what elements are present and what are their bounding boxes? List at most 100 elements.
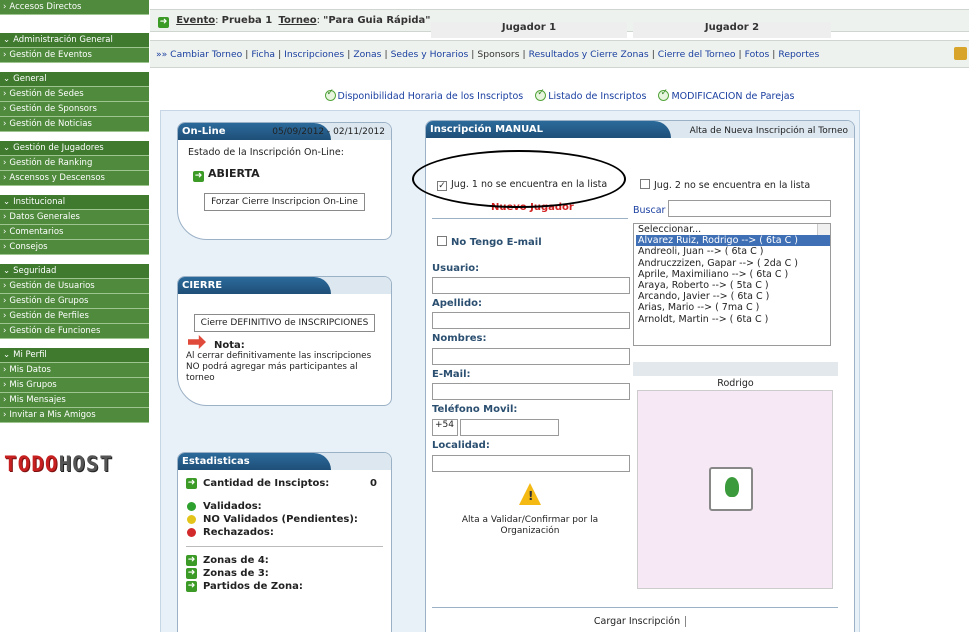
checkbox-icon[interactable] [640, 179, 650, 189]
user-photo-icon[interactable] [709, 467, 753, 511]
stat-rejected: Rechazados: [186, 526, 391, 539]
menu-link[interactable]: Fotos [745, 49, 770, 60]
chevron-right-icon: › [3, 227, 7, 237]
apellido-label: Apellido: [432, 298, 482, 309]
stat-zone-matches: ➜ Partidos de Zona: [186, 581, 303, 592]
sidebar-item[interactable]: › Gestión de Grupos [0, 294, 149, 309]
sidebar-item[interactable]: ⌄ Administración General [0, 33, 149, 48]
action-link[interactable]: Listado de Inscriptos [535, 88, 646, 102]
sidebar-group: ⌄ Gestión de Jugadores › Gestión de Ranking… [0, 141, 149, 186]
nombres-input[interactable] [432, 348, 630, 365]
sidebar-item[interactable]: › Gestión de Noticias [0, 117, 149, 132]
p1-not-found-checkbox[interactable]: ✓ Jug. 1 no se encuentra en la lista [437, 179, 607, 191]
online-box: On-Line 05/09/2012 - 02/11/2012 Estado d… [177, 122, 392, 240]
checkbox-icon[interactable] [437, 236, 447, 246]
stat-count-value: 0 [370, 478, 377, 489]
final-close-button[interactable]: Cierre DEFINITIVO de INSCRIPCIONES [193, 314, 376, 332]
event-label[interactable]: Evento [176, 15, 215, 26]
phone-prefix-input[interactable]: +54 [432, 419, 458, 436]
player-option[interactable]: Araya, Roberto --> ( 5ta C ) [636, 280, 830, 291]
usuario-input[interactable] [432, 277, 630, 294]
player-option[interactable]: Aprile, Maximiliano --> ( 6ta C ) [636, 269, 830, 280]
sidebar-item[interactable]: ⌄ General [0, 72, 149, 87]
sidebar-item[interactable]: › Gestión de Perfiles [0, 309, 149, 324]
checkbox-checked-icon[interactable]: ✓ [437, 181, 447, 191]
player-option[interactable]: Arcando, Javier --> ( 6ta C ) [636, 291, 830, 302]
online-dates: 05/09/2012 - 02/11/2012 [272, 127, 385, 137]
chevron-down-icon: ⌄ [3, 350, 11, 360]
force-close-button[interactable]: Forzar Cierre Inscripcion On-Line [204, 193, 365, 211]
arrow-right-icon: ➜ [193, 171, 204, 182]
sidebar-item[interactable]: ⌄ Mi Perfil [0, 348, 149, 363]
torneo-value: "Para Guia Rápida" [323, 15, 431, 26]
sidebar-item[interactable]: › Invitar a Mis Amigos [0, 408, 149, 423]
sidebar-item[interactable]: › Gestión de Funciones [0, 324, 149, 339]
menu-link[interactable]: Reportes [778, 49, 819, 60]
todohost-logo: TODO HOST [4, 452, 114, 476]
sidebar-item[interactable]: › Mis Datos [0, 363, 149, 378]
email-input[interactable] [432, 383, 630, 400]
submit-registration[interactable]: Cargar Inscripción [425, 616, 855, 627]
search-input[interactable] [668, 200, 831, 217]
sidebar-item[interactable]: › Gestión de Usuarios [0, 279, 149, 294]
sidebar-item[interactable]: › Gestión de Ranking [0, 156, 149, 171]
arrow-right-icon: ➜ [186, 568, 197, 579]
player-option[interactable]: Arias, Mario --> ( 7ma C ) [636, 302, 830, 313]
stat-pending: NO Validados (Pendientes): [186, 513, 391, 526]
sidebar-item[interactable]: ⌄ Seguridad [0, 264, 149, 279]
menu-link[interactable]: Sedes y Horarios [391, 49, 469, 60]
sidebar-item[interactable]: › Consejos [0, 240, 149, 255]
player-listbox[interactable]: Seleccionar... Alvarez Ruiz, Rodrigo --> … [633, 223, 831, 346]
player-option[interactable]: Arnoldt, Martin --> ( 6ta C ) [636, 314, 830, 325]
sidebar-item[interactable]: › Mis Grupos [0, 378, 149, 393]
sidebar-item[interactable]: › Ascensos y Descensos [0, 171, 149, 186]
chevron-down-icon: ⌄ [3, 266, 11, 276]
action-links: Disponibilidad Horaria de los Inscriptos… [150, 88, 969, 102]
localidad-input[interactable] [432, 455, 630, 472]
menu-link[interactable]: Resultados y Cierre Zonas [529, 49, 649, 60]
chevron-right-icon: › [3, 104, 7, 114]
yellow-dot-icon [187, 515, 196, 524]
sidebar-item[interactable]: › Mis Mensajes [0, 393, 149, 408]
p2-not-found-checkbox[interactable]: Jug. 2 no se encuentra en la lista [640, 179, 810, 191]
red-dot-icon [187, 528, 196, 537]
menu-link[interactable]: Inscripciones [284, 49, 344, 60]
sidebar-item[interactable]: ⌄ Gestión de Jugadores [0, 141, 149, 156]
email-label: E-Mail: [432, 369, 471, 380]
sidebar-item[interactable]: ⌄ Institucional [0, 195, 149, 210]
menu-link[interactable]: Cierre del Torneo [658, 49, 736, 60]
menu-link[interactable]: Sponsors [477, 49, 519, 60]
player-option[interactable]: Andreoli, Juan --> ( 6ta C ) [636, 246, 830, 257]
chevron-right-icon: › [3, 158, 7, 168]
usuario-label: Usuario: [432, 263, 480, 274]
apellido-input[interactable] [432, 312, 630, 329]
stat-zones3: ➜ Zonas de 3: [186, 568, 269, 579]
menu-link[interactable]: Cambiar Torneo [170, 49, 242, 60]
torneo-label[interactable]: Torneo [279, 15, 317, 26]
sidebar-item[interactable]: › Comentarios [0, 225, 149, 240]
sidebar: › Accesos Directos ⌄ Administración General… [0, 0, 149, 632]
sidebar-item[interactable]: › Datos Generales [0, 210, 149, 225]
tournament-menu: »» Cambiar Torneo | Ficha | Inscripciones | Zo… [150, 40, 969, 68]
chevron-right-icon: › [3, 365, 7, 375]
sidebar-item[interactable]: › Gestión de Sponsors [0, 102, 149, 117]
scrollbar[interactable] [817, 224, 830, 236]
player-option[interactable]: Alvarez Ruiz, Rodrigo --> ( 6ta C ) [636, 235, 830, 247]
action-link[interactable]: Disponibilidad Horaria de los Inscriptos [324, 88, 523, 102]
player-option[interactable]: Andruczzizen, Gapar --> ( 2da C ) [636, 258, 830, 269]
validate-note: Alta a Validar/Confirmar por la Organiza… [461, 515, 599, 536]
tools-icon[interactable] [954, 47, 967, 60]
sidebar-item[interactable]: › Accesos Directos [0, 0, 149, 15]
player-option[interactable]: Seleccionar... [636, 224, 830, 235]
localidad-label: Localidad: [432, 440, 490, 451]
chevron-down-icon: ⌄ [3, 35, 11, 45]
sidebar-item[interactable]: › Gestión de Sedes [0, 87, 149, 102]
menu-link[interactable]: Ficha [251, 49, 275, 60]
phone-input[interactable] [460, 419, 559, 436]
sidebar-item[interactable]: › Gestión de Eventos [0, 48, 149, 63]
menu-link[interactable]: Zonas [353, 49, 381, 60]
no-email-checkbox[interactable]: No Tengo E-mail [437, 236, 542, 248]
action-link[interactable]: MODIFICACION de Parejas [658, 88, 795, 102]
telefono-label: Teléfono Movil: [432, 404, 518, 415]
cierre-box: CIERRE Cierre DEFINITIVO de INSCRIPCIONE… [177, 276, 392, 406]
